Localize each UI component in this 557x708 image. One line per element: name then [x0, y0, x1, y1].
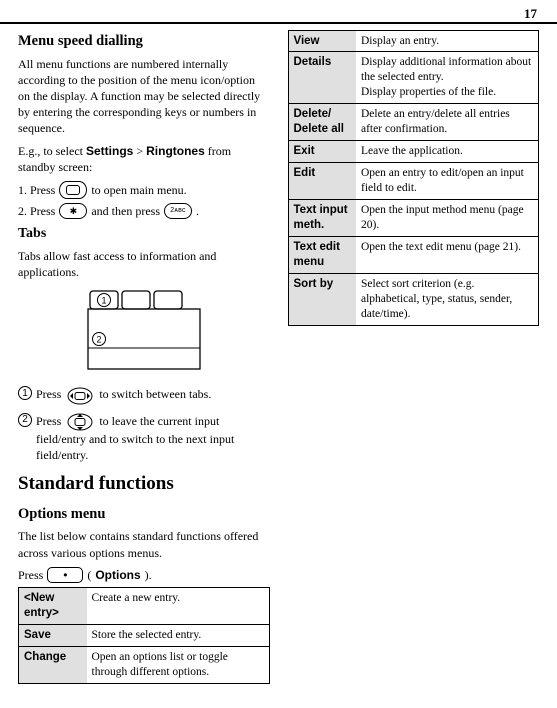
option-desc: Display additional information about the…: [356, 52, 539, 104]
svg-text:2: 2: [96, 335, 101, 345]
option-desc: Leave the application.: [356, 141, 539, 163]
option-name: Change: [19, 646, 87, 683]
heading-tabs: Tabs: [18, 225, 270, 244]
circled-1-icon: 1: [18, 386, 32, 400]
softkey-dot-icon: [47, 567, 83, 583]
option-name: View: [288, 30, 356, 52]
table-row: ExitLeave the application.: [288, 141, 539, 163]
option-desc: Open an entry to edit/open an input fiel…: [356, 163, 539, 200]
nav-lr-icon: [67, 387, 93, 405]
tab-note-2: 2 Press to leave the current input field…: [18, 413, 270, 464]
circled-2-icon: 2: [18, 413, 32, 427]
option-name: Save: [19, 624, 87, 646]
option-desc: Display an entry.: [356, 30, 539, 52]
step-2: 2. Press and then press .: [18, 203, 270, 219]
table-row: SaveStore the selected entry.: [19, 624, 270, 646]
svg-text:1: 1: [101, 296, 106, 306]
tabs-intro: Tabs allow fast access to information an…: [18, 248, 270, 280]
page-content: Menu speed dialling All menu functions a…: [18, 30, 539, 698]
table-row: ViewDisplay an entry.: [288, 30, 539, 52]
table-row: Text input meth.Open the input method me…: [288, 199, 539, 236]
table-row: Sort bySelect sort criterion (e.g. alpha…: [288, 273, 539, 325]
table-row: ChangeOpen an options list or toggle thr…: [19, 646, 270, 683]
heading-options-menu: Options menu: [18, 505, 270, 525]
option-desc: Open the input method menu (page 20).: [356, 199, 539, 236]
press-options-line: Press (Options).: [18, 567, 270, 583]
option-desc: Open an options list or toggle through d…: [87, 646, 270, 683]
option-desc: Create a new entry.: [87, 587, 270, 624]
table-row: <New entry>Create a new entry.: [19, 587, 270, 624]
options-intro: The list below contains standard functio…: [18, 528, 270, 560]
option-name: Sort by: [288, 273, 356, 325]
tab-note-1: 1 Press to switch between tabs.: [18, 386, 270, 404]
star-key-icon: [59, 203, 87, 219]
tabs-figure: 1 2: [74, 288, 214, 378]
option-desc: Select sort criterion (e.g. alphabetical…: [356, 273, 539, 325]
option-name: Delete/ Delete all: [288, 104, 356, 141]
option-name: Text input meth.: [288, 199, 356, 236]
page-number: 17: [524, 5, 537, 23]
speed-example: E.g., to select Settings > Ringtones fro…: [18, 143, 270, 175]
option-desc: Delete an entry/delete all entries after…: [356, 104, 539, 141]
speed-intro: All menu functions are numbered internal…: [18, 56, 270, 137]
option-name: Exit: [288, 141, 356, 163]
table-row: EditOpen an entry to edit/open an input …: [288, 163, 539, 200]
table-row: DetailsDisplay additional information ab…: [288, 52, 539, 104]
option-name: <New entry>: [19, 587, 87, 624]
option-name: Edit: [288, 163, 356, 200]
option-desc: Open the text edit menu (page 21).: [356, 236, 539, 273]
header-rule: [0, 22, 557, 24]
option-name: Text edit menu: [288, 236, 356, 273]
heading-speed-dialling: Menu speed dialling: [18, 32, 270, 52]
table-row: Delete/ Delete allDelete an entry/delete…: [288, 104, 539, 141]
heading-standard-functions: Standard functions: [18, 471, 270, 497]
step-1: 1. Press to open main menu.: [18, 181, 270, 199]
option-name: Details: [288, 52, 356, 104]
table-row: Text edit menuOpen the text edit menu (p…: [288, 236, 539, 273]
option-desc: Store the selected entry.: [87, 624, 270, 646]
nav-ud-icon: [67, 413, 93, 431]
abc-key-icon: [164, 203, 192, 219]
tabs-diagram-icon: 1 2: [74, 288, 214, 378]
nav-key-icon: [59, 181, 87, 199]
